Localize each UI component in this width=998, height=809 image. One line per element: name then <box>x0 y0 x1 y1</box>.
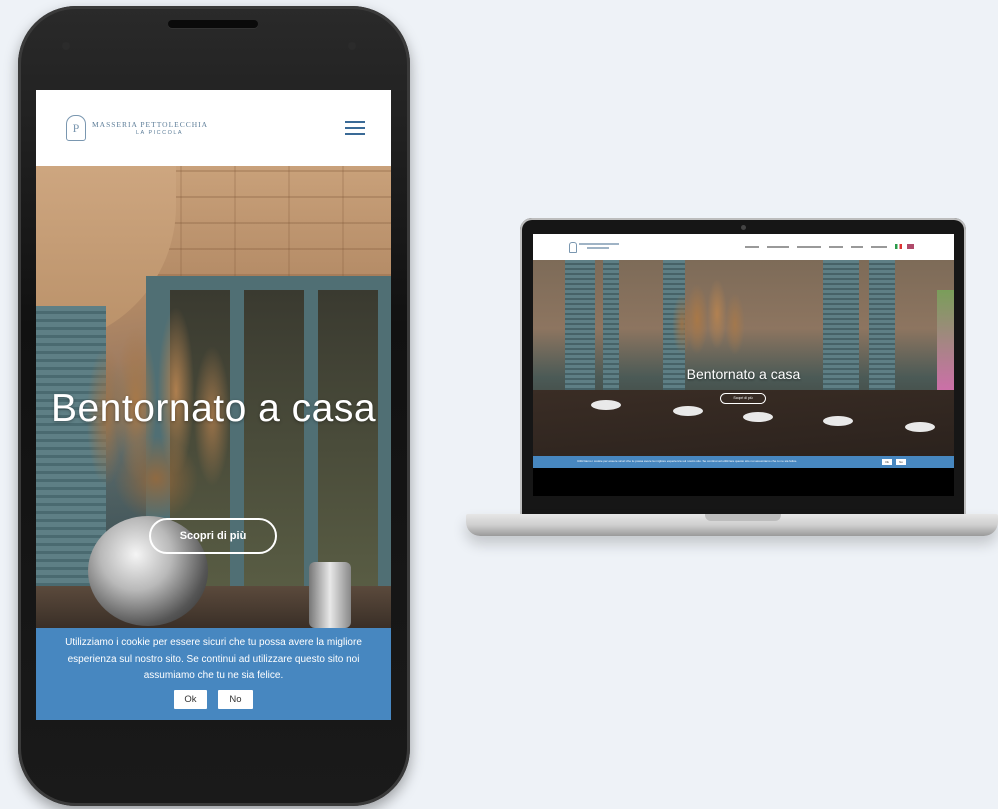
phone-sensor <box>62 42 70 50</box>
phone-device: P MASSERIA PETTOLECCHIA LA PICCOLA Bento… <box>18 6 410 806</box>
mobile-header: P MASSERIA PETTOLECCHIA LA PICCOLA <box>36 90 391 166</box>
discover-more-button[interactable]: Scopri di più <box>149 518 277 554</box>
cookie-banner: Utilizziamo i cookie per essere sicuri c… <box>36 628 391 720</box>
cookie-text: Utilizziamo i cookie per essere sicuri c… <box>65 637 362 681</box>
hero-jug <box>309 562 351 628</box>
logo-tagline: LA PICCOLA <box>136 130 184 136</box>
desktop-hero: Bentornato a casa Scopri di più <box>533 260 954 456</box>
nav-item[interactable] <box>851 246 863 248</box>
logo-name[interactable]: MASSERIA PETTOLECCHIA <box>92 120 208 129</box>
desktop-logo-icon[interactable] <box>569 242 577 253</box>
desktop-cookie-banner: Utilizziamo i cookie per essere sicuri c… <box>533 456 954 468</box>
mobile-hero: Bentornato a casa Scopri di più <box>36 166 391 628</box>
desktop-cookie-no-button[interactable]: No <box>896 459 906 465</box>
hamburger-icon[interactable] <box>345 121 365 135</box>
desktop-cookie-text: Utilizziamo i cookie per essere sicuri c… <box>577 459 798 463</box>
phone-camera <box>348 42 356 50</box>
desktop-cookie-ok-button[interactable]: Ok <box>882 459 892 465</box>
desktop-logo-name[interactable] <box>579 243 619 245</box>
nav-item[interactable] <box>797 246 821 248</box>
desktop-screen: Bentornato a casa Scopri di più Utilizzi… <box>533 234 954 496</box>
flag-en-icon[interactable] <box>907 244 914 249</box>
nav-item[interactable] <box>745 246 759 248</box>
desktop-hero-pampas <box>657 264 757 364</box>
laptop-camera <box>741 225 746 230</box>
desktop-hero-title: Bentornato a casa <box>686 366 801 382</box>
desktop-discover-button[interactable]: Scopri di più <box>720 393 766 404</box>
desktop-logo-tagline <box>587 247 609 249</box>
flag-it-icon[interactable] <box>895 244 902 249</box>
cookie-ok-button[interactable]: Ok <box>174 690 207 709</box>
laptop-notch <box>705 514 781 521</box>
logo-monogram-icon[interactable]: P <box>66 115 86 141</box>
cookie-no-button[interactable]: No <box>218 690 253 709</box>
nav-item[interactable] <box>871 246 887 248</box>
hero-title: Bentornato a casa <box>50 387 377 430</box>
hero-flowers <box>937 290 954 400</box>
nav-item[interactable] <box>829 246 843 248</box>
nav-item[interactable] <box>767 246 789 248</box>
phone-speaker <box>168 20 258 28</box>
mobile-screen: P MASSERIA PETTOLECCHIA LA PICCOLA Bento… <box>36 90 391 720</box>
desktop-header <box>533 234 954 260</box>
